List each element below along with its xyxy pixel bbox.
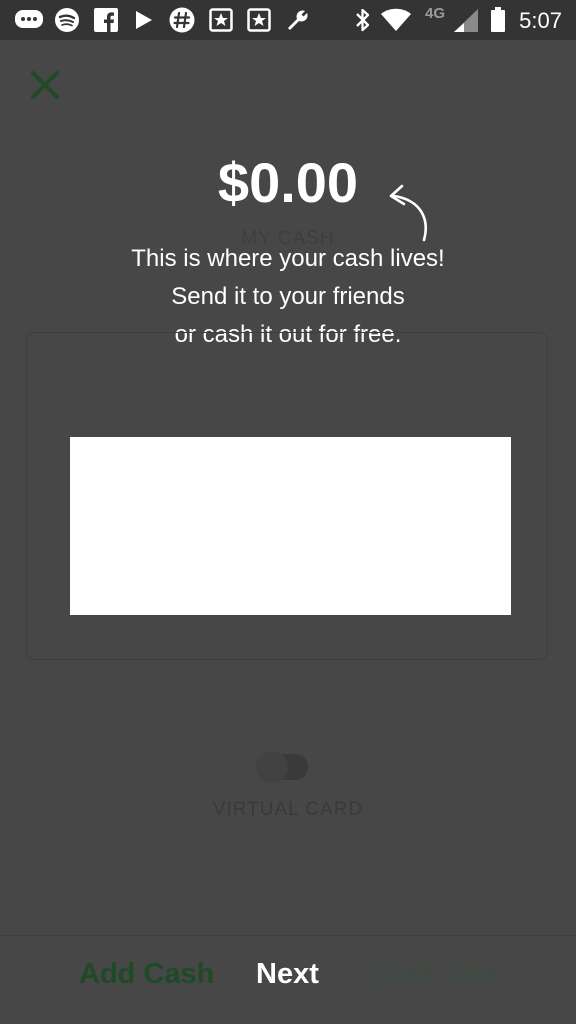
messages-icon bbox=[14, 7, 44, 33]
virtual-card-toggle[interactable] bbox=[256, 751, 308, 783]
network-type: 4G bbox=[424, 4, 445, 22]
cash-out-button[interactable]: Cash Out bbox=[370, 958, 499, 991]
bottom-divider bbox=[0, 935, 576, 936]
close-icon bbox=[31, 71, 59, 99]
next-button[interactable]: Next bbox=[256, 958, 319, 991]
slack-icon bbox=[168, 7, 196, 33]
wrench-icon bbox=[284, 7, 312, 33]
battery-icon bbox=[490, 7, 506, 33]
bluetooth-icon bbox=[352, 7, 374, 33]
signal-icon bbox=[452, 7, 480, 33]
facebook-icon bbox=[94, 7, 118, 33]
toggle-knob bbox=[256, 751, 288, 783]
status-time: 5:07 bbox=[519, 8, 562, 33]
wifi-icon bbox=[380, 7, 412, 33]
balance-amount: $0.00 bbox=[217, 151, 359, 214]
spotify-icon bbox=[54, 7, 80, 33]
play-icon bbox=[134, 7, 154, 33]
bookmark-star-icon bbox=[246, 7, 272, 33]
card-highlight[interactable] bbox=[70, 437, 511, 615]
bookmark-star-icon bbox=[208, 7, 234, 33]
close-button[interactable] bbox=[26, 66, 64, 104]
add-cash-button[interactable]: Add Cash bbox=[79, 958, 214, 991]
coach-text-line-2: Send it to your friends bbox=[171, 283, 405, 310]
status-bar: 4G 5:07 bbox=[0, 0, 576, 40]
curved-arrow-icon bbox=[389, 184, 427, 242]
coach-text-line-1: This is where your cash lives! bbox=[131, 245, 445, 272]
virtual-card-label: VIRTUAL CARD bbox=[212, 799, 364, 820]
